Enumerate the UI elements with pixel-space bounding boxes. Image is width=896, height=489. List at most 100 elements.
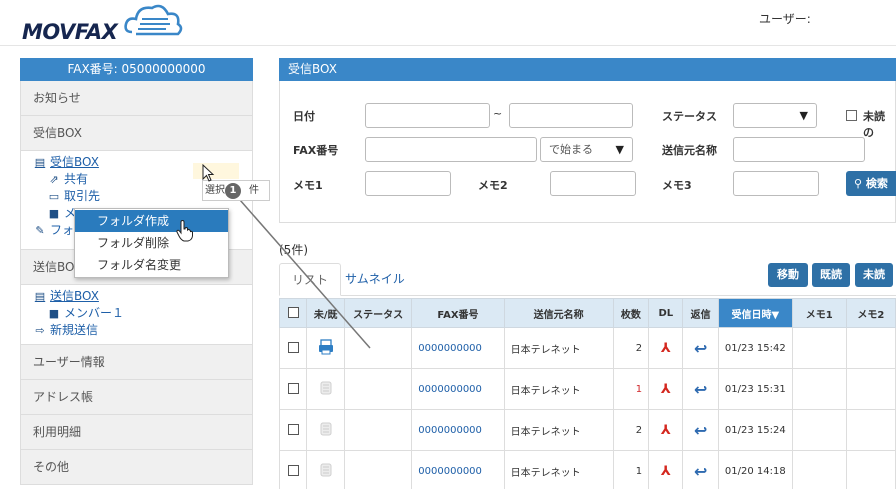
col-download[interactable]: DL — [648, 298, 684, 328]
download-pdf-cell[interactable]: ⅄ — [648, 409, 684, 451]
status-select[interactable]: ▼ — [733, 103, 817, 128]
menu-delete-folder[interactable]: フォルダ削除 — [75, 232, 228, 254]
col-received-datetime[interactable]: 受信日時▼ — [717, 298, 793, 328]
fax-number-input[interactable] — [365, 137, 537, 162]
col-read-status[interactable]: 未/既 — [306, 298, 345, 328]
reply-cell[interactable]: ↩ — [682, 327, 719, 369]
memo1-cell[interactable] — [791, 450, 847, 489]
shared-folder-icon: ⇗ — [49, 173, 59, 186]
sidebar-item-address-book[interactable]: アドレス帳 — [20, 380, 253, 415]
row-checkbox[interactable] — [287, 383, 299, 395]
search-button[interactable]: ⚲ 検索 — [846, 171, 896, 196]
menu-rename-folder[interactable]: フォルダ名変更 — [75, 254, 228, 276]
tree-new-send-label: 新規送信 — [50, 323, 99, 337]
memo2-cell[interactable] — [845, 409, 896, 451]
reply-cell[interactable]: ↩ — [682, 450, 719, 489]
sender-name-input[interactable] — [733, 137, 865, 162]
fax-number-link[interactable]: 0000000000 — [411, 327, 505, 369]
tooltip-text: 選択 — [205, 185, 225, 196]
row-checkbox[interactable] — [287, 465, 299, 477]
download-pdf-cell[interactable]: ⅄ — [648, 450, 684, 489]
memo1-cell[interactable] — [791, 327, 847, 369]
reply-icon[interactable]: ↩ — [694, 339, 707, 358]
tree-new-send[interactable]: ⇨ 新規送信 — [33, 322, 252, 339]
sidebar-item-usage[interactable]: 利用明細 — [20, 415, 253, 450]
row-select-cell[interactable] — [278, 450, 308, 489]
table-header-row: 未/既 ステータス FAX番号 送信元名称 枚数 DL 返信 受信日時▼ メモ1… — [278, 298, 896, 328]
move-button[interactable]: 移動 — [768, 263, 808, 287]
table-row[interactable]: 0000000000 日本テレネット 1 ⅄ ↩ 01/20 14:18 — [278, 450, 896, 489]
received-datetime-cell: 01/23 15:24 — [717, 409, 793, 451]
col-pages[interactable]: 枚数 — [612, 298, 650, 328]
row-select-cell[interactable] — [278, 409, 308, 451]
col-status[interactable]: ステータス — [343, 298, 413, 328]
download-pdf-cell[interactable]: ⅄ — [648, 327, 684, 369]
tab-thumbnail[interactable]: サムネイル — [333, 263, 417, 296]
pdf-icon[interactable]: ⅄ — [661, 423, 671, 438]
col-sender[interactable]: 送信元名称 — [503, 298, 614, 328]
sender-cell: 日本テレネット — [503, 409, 614, 451]
received-datetime-cell: 01/23 15:42 — [717, 327, 793, 369]
col-reply[interactable]: 返信 — [682, 298, 719, 328]
memo1-cell[interactable] — [791, 409, 847, 451]
unread-checkbox[interactable] — [846, 110, 857, 121]
sidebar-item-inbox[interactable]: 受信BOX — [20, 116, 253, 151]
fax-number-link[interactable]: 0000000000 — [411, 409, 505, 451]
table-row[interactable]: 0000000000 日本テレネット 2 ⅄ ↩ 01/23 15:24 — [278, 409, 896, 451]
send-icon: ⇨ — [35, 324, 45, 337]
row-select-cell[interactable] — [278, 368, 308, 410]
cloud-fax-icon — [124, 4, 183, 36]
read-fax-icon — [320, 381, 332, 394]
chevron-down-icon: ▼ — [799, 109, 808, 122]
pdf-icon[interactable]: ⅄ — [661, 464, 671, 479]
pdf-icon[interactable]: ⅄ — [661, 341, 671, 356]
memo2-cell[interactable] — [845, 450, 896, 489]
result-count: (5件) — [279, 243, 308, 257]
memo2-input[interactable] — [550, 171, 636, 196]
select-all-header[interactable] — [278, 298, 308, 328]
reply-cell[interactable]: ↩ — [682, 409, 719, 451]
mark-read-button[interactable]: 既読 — [812, 263, 850, 287]
col-memo2[interactable]: メモ2 — [845, 298, 896, 328]
tab-list[interactable]: リスト — [279, 263, 342, 296]
reply-icon[interactable]: ↩ — [694, 380, 707, 399]
memo1-input[interactable] — [365, 171, 451, 196]
reply-icon[interactable]: ↩ — [694, 462, 707, 481]
tree-outbox-root[interactable]: ▤ 送信BOX — [33, 288, 252, 305]
row-checkbox[interactable] — [287, 424, 299, 436]
memo1-cell[interactable] — [791, 368, 847, 410]
fax-number-link[interactable]: 0000000000 — [411, 450, 505, 489]
table-row[interactable]: 0000000000 日本テレネット 2 ⅄ ↩ 01/23 15:42 — [278, 327, 896, 369]
read-fax-icon — [320, 422, 332, 435]
menu-create-folder[interactable]: フォルダ作成 — [75, 210, 228, 232]
unread-fax-icon — [318, 338, 333, 354]
date-from-input[interactable] — [365, 103, 490, 128]
pdf-icon[interactable]: ⅄ — [661, 382, 671, 397]
main-panel: 受信BOX 日付 ~ ステータス ▼ 未読の FAX番号 で始まる ▼ 送信元名称… — [279, 58, 896, 223]
memo2-cell[interactable] — [845, 368, 896, 410]
download-pdf-cell[interactable]: ⅄ — [648, 368, 684, 410]
sidebar-item-notice[interactable]: お知らせ — [20, 81, 253, 116]
memo3-input[interactable] — [733, 171, 819, 196]
sidebar-item-other[interactable]: その他 — [20, 450, 253, 485]
table-row[interactable]: 0000000000 日本テレネット 1 ⅄ ↩ 01/23 15:31 — [278, 368, 896, 410]
memo1-label: メモ1 — [293, 179, 323, 192]
tree-outbox-member[interactable]: ■ メンバー１ — [33, 305, 252, 322]
hand-cursor-icon — [176, 220, 193, 242]
sidebar-item-user-info[interactable]: ユーザー情報 — [20, 345, 253, 380]
row-select-cell[interactable] — [278, 327, 308, 369]
fax-number-link[interactable]: 0000000000 — [411, 368, 505, 410]
reply-cell[interactable]: ↩ — [682, 368, 719, 410]
col-memo1[interactable]: メモ1 — [791, 298, 847, 328]
date-to-input[interactable] — [509, 103, 633, 128]
col-fax-number[interactable]: FAX番号 — [411, 298, 505, 328]
match-mode-select[interactable]: で始まる ▼ — [540, 137, 633, 162]
folder-context-menu: フォルダ作成 フォルダ削除 フォルダ名変更 — [74, 208, 229, 278]
row-checkbox[interactable] — [287, 342, 299, 354]
reply-icon[interactable]: ↩ — [694, 421, 707, 440]
mark-unread-button[interactable]: 未読 — [855, 263, 893, 287]
sender-cell: 日本テレネット — [503, 450, 614, 489]
mouse-arrow-icon — [202, 164, 215, 182]
select-all-checkbox[interactable] — [287, 307, 299, 319]
memo2-cell[interactable] — [845, 327, 896, 369]
